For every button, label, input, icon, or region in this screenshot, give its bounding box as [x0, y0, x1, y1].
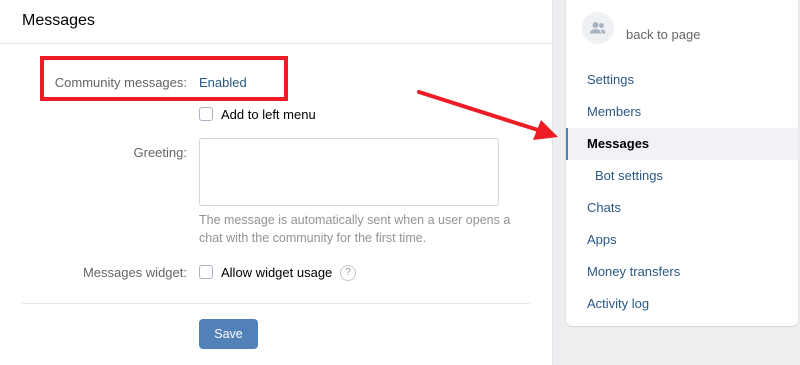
back-to-page-link[interactable]: back to page	[626, 27, 700, 42]
annotation-highlight-box	[40, 56, 288, 101]
greeting-textarea[interactable]	[199, 138, 499, 206]
sidebar-item-settings[interactable]: Settings	[566, 64, 798, 96]
add-to-left-menu-label[interactable]: Add to left menu	[221, 107, 316, 122]
sidebar-menu: back to page Settings Members Messages B…	[566, 0, 798, 326]
sidebar-item-activity-log[interactable]: Activity log	[566, 288, 798, 320]
sidebar-item-members[interactable]: Members	[566, 96, 798, 128]
sidebar-item-bot-settings[interactable]: Bot settings	[566, 160, 798, 192]
messages-settings-panel: Messages Community messages: Enabled Add…	[0, 0, 553, 365]
greeting-label: Greeting:	[133, 145, 187, 160]
divider	[22, 303, 530, 304]
messages-widget-label: Messages widget:	[82, 265, 187, 280]
allow-widget-usage-checkbox[interactable]	[199, 265, 213, 279]
sidebar-item-apps[interactable]: Apps	[566, 224, 798, 256]
community-avatar[interactable]	[582, 12, 614, 44]
add-to-left-menu-checkbox[interactable]	[199, 107, 213, 121]
sidebar-item-money-transfers[interactable]: Money transfers	[566, 256, 798, 288]
sidebar-item-messages[interactable]: Messages	[566, 128, 798, 160]
greeting-hint: The message is automatically sent when a…	[199, 213, 511, 245]
sidebar-item-chats[interactable]: Chats	[566, 192, 798, 224]
allow-widget-usage-label[interactable]: Allow widget usage	[221, 265, 332, 280]
save-button[interactable]: Save	[199, 319, 258, 349]
users-icon	[590, 22, 606, 34]
help-icon[interactable]: ?	[340, 265, 356, 281]
page-title: Messages	[0, 0, 552, 44]
